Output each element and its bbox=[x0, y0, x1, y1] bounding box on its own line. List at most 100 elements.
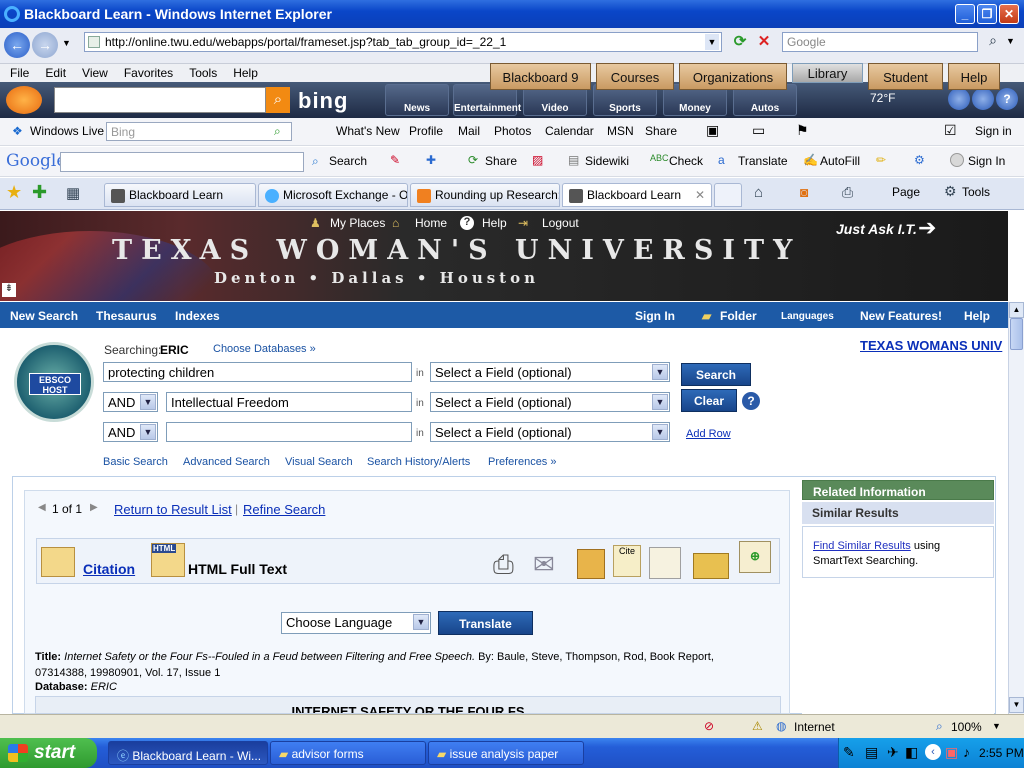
live-link-profile[interactable]: Profile bbox=[409, 124, 443, 138]
live-tools-icon[interactable]: ▣ bbox=[706, 122, 719, 139]
ebsco-help-link[interactable]: Help bbox=[964, 309, 990, 323]
search-term-1[interactable]: protecting children bbox=[103, 362, 412, 382]
collapse-frame-icon[interactable]: ⇟ bbox=[2, 283, 16, 297]
windows-live-label[interactable]: Windows Live bbox=[30, 124, 104, 138]
google-share-icon[interactable]: ⟳ bbox=[468, 153, 478, 167]
task-advisor-forms[interactable]: ▰ advisor forms bbox=[270, 741, 426, 765]
google-plus-icon[interactable]: ✚ bbox=[426, 153, 436, 167]
print-article-icon[interactable]: ⎙ bbox=[493, 549, 514, 581]
google-bookmark-icon[interactable]: ✎ bbox=[390, 153, 400, 167]
google-sidewiki-icon[interactable]: ▤ bbox=[568, 153, 579, 167]
citation-link[interactable]: Citation bbox=[83, 561, 135, 577]
twu-tab-help[interactable]: Help bbox=[948, 63, 1000, 90]
address-dropdown-icon[interactable]: ▼ bbox=[705, 34, 719, 50]
live-calendar-icon[interactable]: ▭ bbox=[752, 122, 765, 139]
languages-dropdown[interactable]: Languages bbox=[781, 311, 834, 322]
tray-icon-2[interactable]: ▤ bbox=[865, 744, 878, 761]
export-icon[interactable] bbox=[649, 547, 681, 579]
live-translate-icon[interactable]: ⚑ bbox=[796, 122, 809, 139]
institution-link[interactable]: TEXAS WOMANS UNIV bbox=[860, 338, 1002, 353]
twu-tab-student[interactable]: Student bbox=[868, 63, 943, 90]
live-search-icon[interactable]: ⌕ bbox=[274, 124, 281, 139]
prev-result-icon[interactable]: ◀ bbox=[38, 502, 46, 513]
nav-help[interactable]: Help bbox=[482, 216, 507, 230]
indexes-link[interactable]: Indexes bbox=[175, 309, 220, 323]
menu-file[interactable]: File bbox=[10, 66, 29, 80]
visual-search-link[interactable]: Visual Search bbox=[285, 456, 353, 468]
translate-button[interactable]: Translate bbox=[438, 611, 533, 635]
tab-rounding-up[interactable]: Rounding up Research:... bbox=[410, 183, 560, 207]
start-button[interactable]: start bbox=[0, 738, 97, 768]
live-link-calendar[interactable]: Calendar bbox=[545, 124, 594, 138]
twu-tab-library[interactable]: Library bbox=[792, 63, 863, 83]
google-translate-icon[interactable]: a bbox=[718, 153, 725, 167]
google-share-button[interactable]: Share bbox=[485, 154, 517, 168]
menu-tools[interactable]: Tools bbox=[189, 66, 217, 80]
bing-search-icon[interactable]: ⌕ bbox=[266, 87, 290, 113]
return-to-results-link[interactable]: Return to Result List bbox=[114, 502, 232, 517]
live-search-input[interactable]: Bing bbox=[106, 122, 292, 141]
bing-search-input[interactable] bbox=[54, 87, 266, 113]
google-autofill-icon[interactable]: ✍ bbox=[803, 153, 818, 167]
add-note-icon[interactable]: ⊕ bbox=[739, 541, 771, 573]
minimize-button[interactable]: _ bbox=[955, 4, 975, 24]
stop-icon[interactable]: ✕ bbox=[754, 32, 774, 52]
close-tab-icon[interactable]: ✕ bbox=[695, 188, 705, 202]
new-features-link[interactable]: New Features! bbox=[860, 309, 942, 323]
history-dropdown-icon[interactable]: ▼ bbox=[62, 38, 71, 48]
restore-button[interactable]: ❐ bbox=[977, 4, 997, 24]
search-icon[interactable]: ⌕ bbox=[982, 32, 1004, 52]
search-term-2[interactable]: Intellectual Freedom bbox=[166, 392, 412, 412]
zoom-level[interactable]: 100% bbox=[951, 720, 982, 734]
search-term-3[interactable] bbox=[166, 422, 412, 442]
folder-link[interactable]: Folder bbox=[720, 309, 757, 323]
refine-search-link[interactable]: Refine Search bbox=[243, 502, 325, 517]
page-menu[interactable]: Page bbox=[892, 185, 920, 199]
next-result-icon[interactable]: ▶ bbox=[90, 502, 98, 513]
help-icon[interactable]: ? bbox=[742, 392, 760, 410]
tray-icon-4[interactable]: ◧ bbox=[905, 744, 918, 761]
add-row-link[interactable]: Add Row bbox=[686, 428, 731, 440]
volume-icon[interactable]: ♪ bbox=[963, 744, 970, 760]
live-checkbox-icon[interactable]: ☑ bbox=[944, 122, 957, 139]
popup-blocked-icon[interactable]: ⊘ bbox=[704, 719, 714, 733]
clear-button[interactable]: Clear bbox=[681, 389, 737, 412]
task-blackboard[interactable]: ⓔ Blackboard Learn - Wi... bbox=[108, 741, 268, 765]
tab-exchange[interactable]: Microsoft Exchange - O... bbox=[258, 183, 408, 207]
security-warning-icon[interactable]: ⚠ bbox=[752, 719, 763, 733]
nav-my-places[interactable]: My Places bbox=[330, 216, 385, 230]
search-box[interactable]: Google bbox=[782, 32, 978, 52]
refresh-icon[interactable]: ⟳ bbox=[730, 32, 750, 52]
live-signin-link[interactable]: Sign in bbox=[975, 124, 1012, 138]
just-ask-it-link[interactable]: Just Ask I.T. bbox=[836, 221, 917, 237]
bing-search-button-icon[interactable] bbox=[972, 88, 994, 110]
add-to-folder-icon[interactable] bbox=[693, 553, 729, 579]
task-issue-analysis[interactable]: ▰ issue analysis paper bbox=[428, 741, 584, 765]
live-link-whats-new[interactable]: What's New bbox=[336, 124, 400, 138]
cite-icon[interactable]: Cite bbox=[613, 545, 641, 577]
google-sidewiki-button[interactable]: Sidewiki bbox=[585, 154, 629, 168]
google-highlight-icon[interactable]: ✏ bbox=[876, 153, 886, 167]
scroll-thumb[interactable] bbox=[1010, 318, 1023, 350]
field-select-3[interactable]: Select a Field (optional) ▼ bbox=[430, 422, 670, 442]
weather-text[interactable]: 72°F bbox=[870, 91, 895, 105]
add-favorite-icon[interactable]: ✚ bbox=[32, 182, 47, 203]
close-button[interactable]: ✕ bbox=[999, 4, 1019, 24]
tab-blackboard-active[interactable]: Blackboard Learn ✕ bbox=[562, 183, 712, 207]
bing-settings-icon[interactable] bbox=[948, 88, 970, 110]
address-field[interactable]: http://online.twu.edu/webapps/portal/fra… bbox=[84, 32, 722, 52]
scroll-up-icon[interactable]: ▲ bbox=[1009, 302, 1024, 318]
live-link-photos[interactable]: Photos bbox=[494, 124, 531, 138]
google-autofill-button[interactable]: AutoFill bbox=[820, 154, 860, 168]
live-link-mail[interactable]: Mail bbox=[458, 124, 480, 138]
feeds-icon[interactable]: ◙ bbox=[800, 184, 808, 200]
tray-icon-5[interactable]: ▣ bbox=[945, 744, 958, 761]
vertical-scrollbar[interactable]: ▲ ▼ bbox=[1008, 302, 1024, 714]
tray-icon-1[interactable]: ✎ bbox=[843, 744, 855, 761]
google-wrench-icon[interactable]: ⚙ bbox=[914, 153, 925, 167]
preferences-link[interactable]: Preferences » bbox=[488, 456, 556, 468]
zoom-dropdown-icon[interactable]: ▼ bbox=[992, 721, 1001, 731]
boolean-select-3[interactable]: AND ▼ bbox=[103, 422, 158, 442]
twu-tab-courses[interactable]: Courses bbox=[596, 63, 674, 90]
forward-button[interactable]: → bbox=[32, 32, 58, 58]
